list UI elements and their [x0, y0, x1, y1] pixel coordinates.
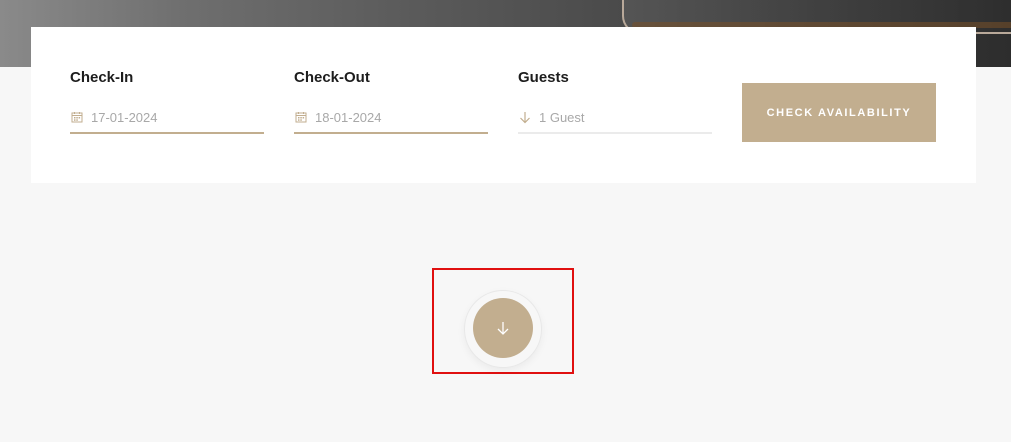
- guests-value: 1 Guest: [539, 109, 585, 125]
- arrow-down-icon: [495, 320, 511, 336]
- check-availability-button[interactable]: CHECK AVAILABILITY: [742, 83, 936, 142]
- checkin-field: Check-In 17-01-2024: [70, 68, 264, 134]
- guests-select[interactable]: 1 Guest: [518, 105, 712, 134]
- calendar-icon: [294, 110, 308, 124]
- booking-form: Check-In 17-01-2024 Check-Out 18-01-2024…: [31, 27, 976, 183]
- checkout-label: Check-Out: [294, 69, 370, 86]
- checkout-input[interactable]: 18-01-2024: [294, 105, 488, 134]
- arrow-down-icon: [518, 110, 532, 124]
- calendar-icon: [70, 110, 84, 124]
- checkout-value: 18-01-2024: [315, 109, 382, 125]
- scroll-down-button[interactable]: [473, 298, 533, 358]
- guests-label: Guests: [518, 69, 569, 86]
- guests-field: Guests 1 Guest: [518, 68, 712, 134]
- checkout-field: Check-Out 18-01-2024: [294, 68, 488, 134]
- checkin-label: Check-In: [70, 69, 134, 86]
- checkin-value: 17-01-2024: [91, 109, 158, 125]
- checkin-input[interactable]: 17-01-2024: [70, 105, 264, 134]
